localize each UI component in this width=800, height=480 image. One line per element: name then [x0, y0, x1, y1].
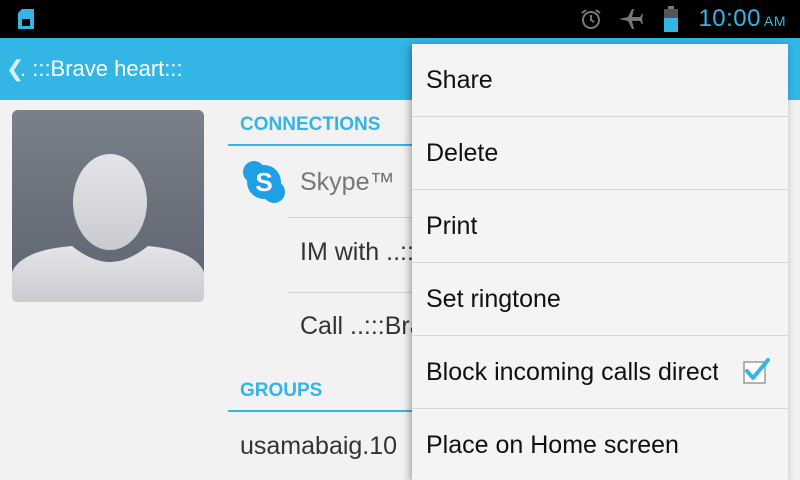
menu-item-label: Delete [426, 138, 499, 167]
menu-item-delete[interactable]: Delete [412, 117, 788, 190]
group-value: usamabaig.10 [240, 432, 398, 460]
clock-time: 10:00 [698, 5, 761, 32]
alarm-icon [578, 6, 604, 32]
overflow-menu: Share Delete Print Set ringtone Block in… [412, 44, 788, 480]
menu-item-label: Block incoming calls directly [426, 357, 718, 386]
contact-photo-avatar[interactable] [12, 110, 204, 302]
default-person-icon [12, 154, 204, 302]
connections-header: CONNECTIONS [228, 114, 440, 146]
menu-item-print[interactable]: Print [412, 190, 788, 263]
menu-item-share[interactable]: Share [412, 44, 788, 117]
airplane-mode-icon [618, 6, 644, 32]
menu-item-label: Share [426, 65, 493, 94]
contact-name-title[interactable]: . :::Brave heart::: [20, 56, 183, 82]
sim-card-icon [18, 9, 34, 29]
checkbox-checked-icon[interactable] [742, 357, 770, 385]
divider [288, 217, 428, 218]
clock: 10:00 AM [698, 5, 786, 33]
skype-app-label: Skype™ [300, 168, 395, 196]
menu-item-block-incoming-calls[interactable]: Block incoming calls directly [412, 336, 788, 409]
status-bar: 10:00 AM [0, 0, 800, 38]
divider [288, 292, 428, 293]
battery-icon [658, 6, 684, 32]
skype-icon: S [243, 161, 285, 203]
menu-item-set-ringtone[interactable]: Set ringtone [412, 263, 788, 336]
menu-item-label: Place on Home screen [426, 430, 679, 459]
menu-item-label: Set ringtone [426, 284, 561, 313]
menu-item-label: Print [426, 211, 478, 240]
menu-item-place-on-home-screen[interactable]: Place on Home screen [412, 409, 788, 480]
svg-text:S: S [255, 167, 272, 197]
clock-ampm: AM [764, 13, 786, 29]
groups-header: GROUPS [228, 380, 440, 412]
